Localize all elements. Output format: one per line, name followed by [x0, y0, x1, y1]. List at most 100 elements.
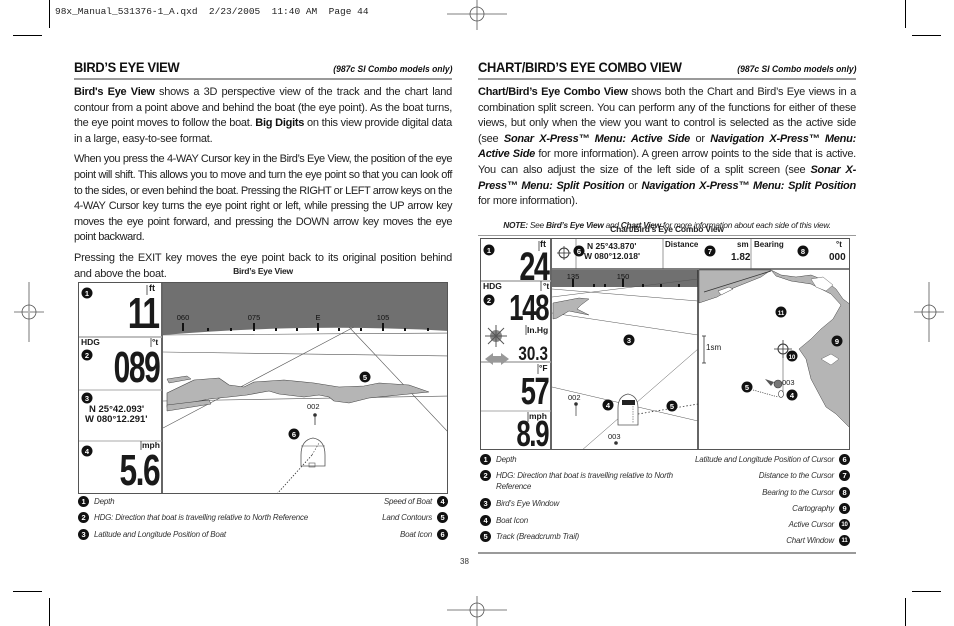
- svg-text:2: 2: [85, 351, 89, 360]
- text: or: [624, 179, 642, 192]
- paragraph-intro: Chart/Bird’s Eye Combo View shows both t…: [478, 85, 856, 210]
- speed-value: 8.9: [516, 413, 549, 450]
- compass-minor-tick: [230, 328, 232, 331]
- temp-value: 57: [520, 371, 549, 413]
- callout-5-chart: 5: [741, 381, 753, 393]
- svg-text:6: 6: [577, 247, 581, 256]
- cursor-target-icon: [557, 246, 571, 260]
- hdg-label: HDG: [483, 281, 502, 291]
- svg-text:6: 6: [292, 430, 296, 439]
- compass-minor-tick: [593, 284, 595, 287]
- compass-minor-tick: [642, 284, 644, 287]
- combo-view-screen: 1 2 3 4 5 6 7 8 9 10 11 4 5 135 150 ft 24…: [480, 238, 850, 450]
- crop-mark: [912, 35, 941, 36]
- callout-number-badge: 1: [480, 454, 491, 465]
- ref-nav-split-position: Navigation X-Press™ Menu: Split Position: [641, 179, 857, 192]
- compass-major-tick: [622, 279, 624, 287]
- callout-description: Track (Breadcrumb Trail): [496, 531, 579, 541]
- callout-legend-item: 5 Track (Breadcrumb Trail): [480, 530, 680, 547]
- svg-text:1: 1: [85, 289, 89, 298]
- callout-description: HDG: Direction that boat is travelling r…: [496, 471, 673, 492]
- svg-text:1: 1: [487, 246, 491, 255]
- ref-sonar-active-side: Sonar X-Press™ Menu: Active Side: [503, 132, 691, 145]
- callout-legend-item: Active Cursor 10: [695, 519, 850, 535]
- callout-legend-item: Distance to the Cursor 7: [695, 470, 850, 486]
- depth-value: 11: [128, 289, 160, 338]
- callout-number-badge: 6: [437, 528, 448, 540]
- section-title: BIRD’S EYE VIEW: [74, 59, 180, 75]
- compass-minor-tick: [404, 328, 406, 331]
- callout-number-badge: 10: [839, 519, 850, 531]
- compass-minor-tick: [427, 328, 429, 331]
- compass-minor-tick: [660, 284, 662, 287]
- callout-description: Latitude and Longitude Position of Curso…: [694, 455, 834, 464]
- svg-text:8: 8: [801, 247, 805, 256]
- callout-legend-item: Chart Window 11: [695, 535, 850, 551]
- callout-legend-item: Bearing to the Cursor 8: [695, 486, 850, 503]
- callout-legend-item: 1 Depth: [78, 496, 308, 512]
- svg-text:5: 5: [745, 383, 749, 392]
- callout-legend-item: Land Contours 5: [382, 512, 448, 528]
- compass-minor-tick: [338, 328, 340, 331]
- callout-5: 5: [666, 400, 678, 412]
- callout-number-badge: 5: [437, 512, 448, 524]
- callout-6: 6: [573, 245, 585, 257]
- callout-9: 9: [831, 335, 843, 347]
- callout-2: 2: [483, 294, 495, 306]
- section-header: BIRD’S EYE VIEW (987c SI Combo models on…: [74, 58, 452, 80]
- registration-mark-right: [914, 282, 944, 342]
- svg-text:3: 3: [85, 394, 89, 403]
- paragraph-intro: Bird's Eye View shows a 3D perspective v…: [74, 85, 452, 147]
- compass-tick-label: 075: [248, 313, 261, 322]
- callout-number-badge: 4: [480, 514, 491, 526]
- registration-mark-bottom: [447, 596, 507, 626]
- figure-caption: Bird’s Eye View: [233, 266, 293, 276]
- callout-description: Boat Icon: [496, 515, 529, 525]
- callout-number-badge: 11: [839, 535, 850, 547]
- compass-major-tick: [253, 323, 255, 331]
- svg-text:11: 11: [778, 311, 785, 317]
- scale-label: 1sm: [706, 343, 722, 352]
- compass-major-tick: [182, 323, 184, 331]
- callout-1: 1: [483, 244, 495, 256]
- callout-number-badge: 2: [78, 512, 89, 524]
- callout-legend-item: 1 Depth: [480, 454, 680, 470]
- baro-value: 30.3: [518, 344, 548, 365]
- compass-tick-label: E: [315, 313, 320, 322]
- svg-text:10: 10: [789, 355, 796, 361]
- compass-tick-label: 060: [177, 313, 190, 322]
- callout-number-badge: 8: [839, 486, 850, 498]
- callout-description: Chart Window: [786, 536, 834, 546]
- callout-number-badge: 6: [839, 454, 850, 465]
- baro-unit: In.Hg: [527, 325, 549, 335]
- hdg-value: 148: [509, 287, 549, 328]
- bearing-value: 000: [829, 252, 846, 263]
- print-slug: 98x_Manual_531376-1_A.qxd 2/23/2005 11:4…: [55, 6, 369, 17]
- distance-value: 1.82: [731, 252, 751, 263]
- text: for more information). A green arrow poi…: [478, 148, 856, 176]
- text: or: [690, 132, 711, 145]
- callout-1: 1: [81, 287, 93, 299]
- compass-minor-tick: [207, 328, 209, 331]
- crop-mark: [13, 35, 42, 36]
- sun-icon: [485, 325, 507, 347]
- callout-number-badge: 3: [78, 528, 89, 540]
- callout-8: 8: [797, 245, 809, 257]
- birds-eye-view-screen: 5 6 1 2 3 4 060 075 E 105 ft 11 HDG °t 089 …: [78, 282, 448, 494]
- crop-mark: [49, 0, 50, 28]
- callout-description: Speed of Boat: [383, 497, 432, 506]
- hdg-value: 089: [113, 343, 160, 392]
- crop-mark: [905, 598, 906, 626]
- callout-description: Cartography: [792, 503, 834, 513]
- callout-legend-item: 2 HDG: Direction that boat is travelling …: [78, 512, 308, 528]
- crop-mark: [49, 598, 50, 626]
- callout-4: 4: [602, 399, 614, 411]
- svg-text:3: 3: [627, 336, 631, 345]
- callout-description: Depth: [496, 455, 517, 464]
- callout-description: Bearing to the Cursor: [762, 487, 834, 497]
- callout-description: Boat Icon: [399, 529, 432, 539]
- callout-description: Land Contours: [382, 513, 432, 523]
- callout-5: 5: [359, 371, 371, 383]
- term-combo-view: Chart/Bird’s Eye Combo View: [478, 86, 628, 98]
- svg-text:5: 5: [670, 402, 674, 411]
